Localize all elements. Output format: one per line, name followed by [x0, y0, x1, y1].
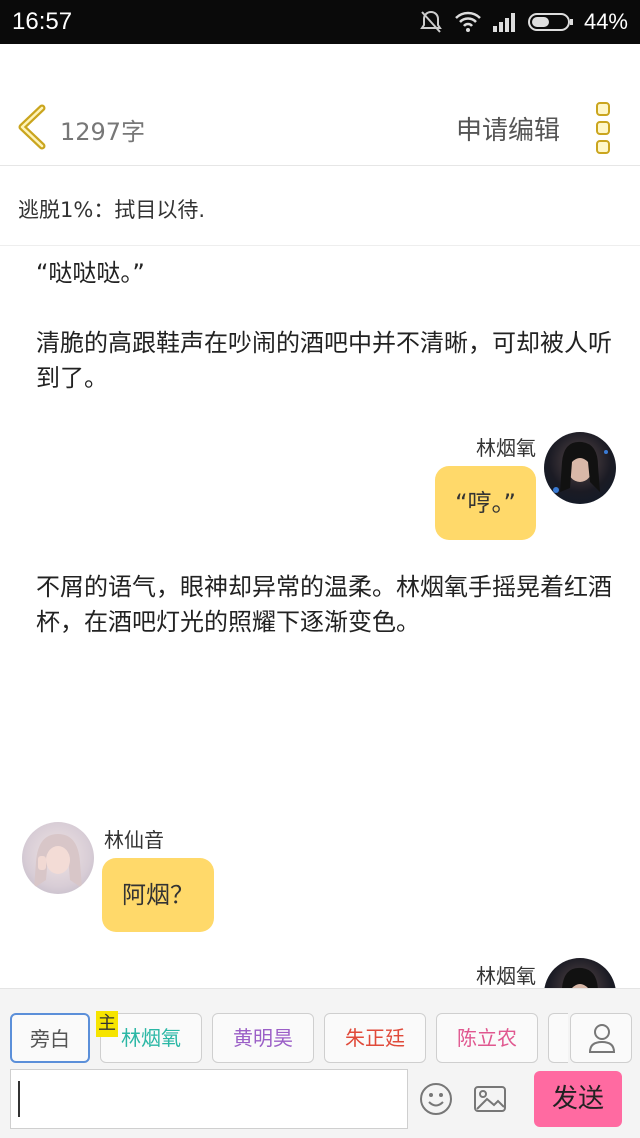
avatar-image	[562, 967, 598, 988]
composer-bar: 旁白 林烟氧 主 黄明昊 朱正廷 陈立农 发送	[0, 988, 640, 1138]
battery-icon	[527, 13, 573, 31]
role-label: 陈立农	[457, 1026, 517, 1050]
character-name: 林烟氧	[476, 964, 536, 988]
avatar[interactable]	[544, 432, 616, 504]
narration-text: 不屑的语气，眼神却异常的温柔。林烟氧手摇晃着红酒杯，在酒吧灯光的照耀下逐渐变色。	[36, 573, 612, 636]
role-huang-minghao-button[interactable]: 黄明昊	[212, 1013, 314, 1063]
status-time: 16:57	[12, 8, 73, 35]
text-caret	[18, 1081, 20, 1117]
avatar[interactable]	[544, 958, 616, 988]
back-arrow-icon[interactable]	[14, 104, 50, 150]
avatar-image	[553, 441, 608, 493]
role-label: 林烟氧	[121, 1026, 181, 1050]
profile-button[interactable]	[570, 1013, 632, 1063]
emoji-icon[interactable]	[418, 1081, 454, 1117]
role-label: 朱正廷	[345, 1026, 405, 1050]
person-icon	[588, 1024, 616, 1053]
host-tag: 主	[96, 1011, 118, 1037]
bell-muted-icon	[420, 10, 442, 33]
chat-bubble: “哼。”	[435, 466, 536, 540]
role-label: 黄明昊	[233, 1026, 293, 1050]
chapter-title-bar: 逃脱1%：拭目以待.	[0, 166, 640, 246]
image-icon[interactable]	[472, 1081, 508, 1117]
header: 1297字 申请编辑	[0, 44, 640, 166]
send-button[interactable]: 发送	[534, 1071, 622, 1127]
character-name: 林烟氧	[476, 436, 536, 460]
role-label: 旁白	[30, 1027, 70, 1051]
status-bar: 16:57 44%	[0, 0, 640, 44]
role-more-button[interactable]	[548, 1013, 568, 1063]
chapter-title: 逃脱1%：拭目以待.	[18, 198, 205, 222]
story-content[interactable]: “哒哒哒。” 清脆的高跟鞋声在吵闹的酒吧中并不清晰，可却被人听到了。 林烟氧 “…	[0, 246, 640, 988]
chat-bubble: 阿烟？	[102, 858, 214, 932]
status-icons: 44%	[418, 8, 628, 36]
more-menu-icon[interactable]	[588, 102, 618, 154]
narration-text: 清脆的高跟鞋声在吵闹的酒吧中并不清晰，可却被人听到了。	[36, 329, 612, 392]
wifi-icon	[455, 11, 481, 32]
narration-text: “哒哒哒。”	[36, 259, 145, 287]
avatar[interactable]	[22, 822, 94, 894]
battery-percent: 44%	[583, 9, 628, 34]
role-chen-linong-button[interactable]: 陈立农	[436, 1013, 538, 1063]
avatar-image	[34, 834, 82, 888]
signal-icon	[492, 13, 515, 32]
role-narrator-button[interactable]: 旁白	[10, 1013, 90, 1063]
character-name: 林仙音	[104, 828, 164, 852]
word-count: 1297字	[60, 118, 146, 146]
role-zhu-zhengting-button[interactable]: 朱正廷	[324, 1013, 426, 1063]
message-input[interactable]	[10, 1069, 408, 1129]
request-edit-button[interactable]: 申请编辑	[456, 110, 560, 147]
